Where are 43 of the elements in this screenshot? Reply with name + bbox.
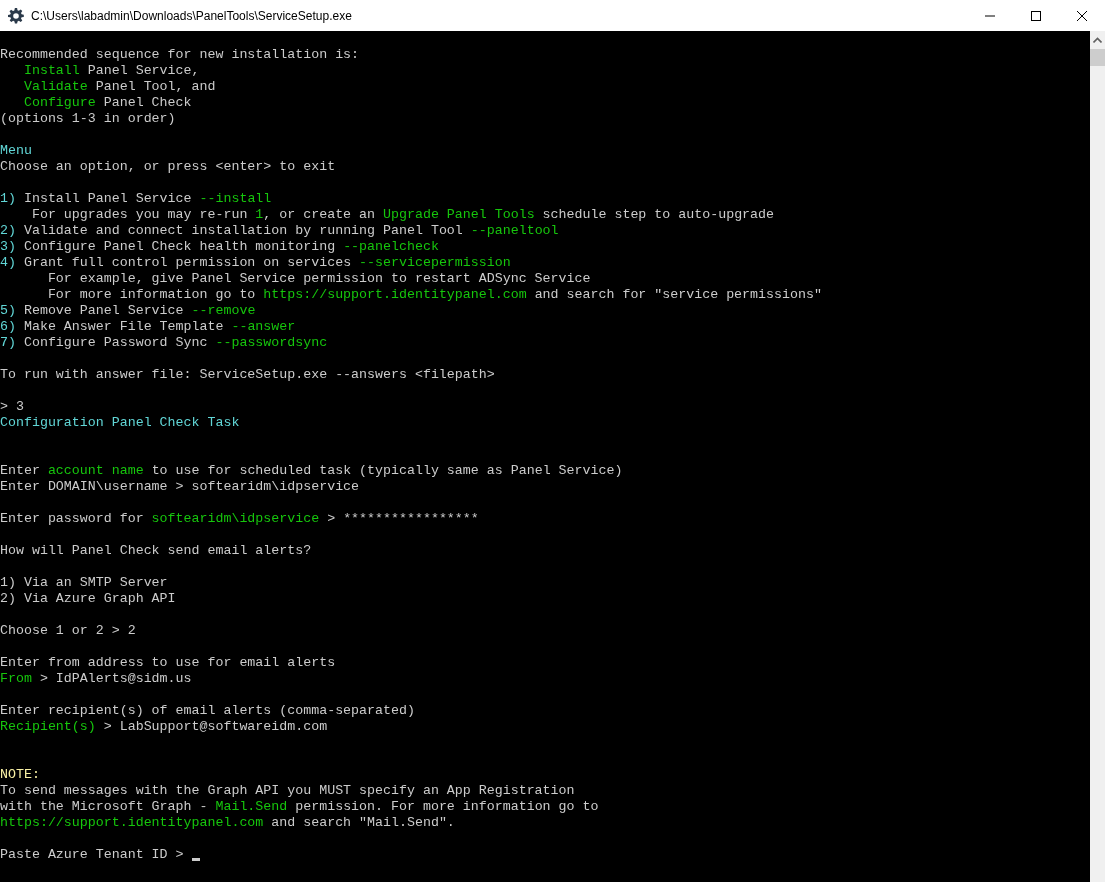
console-line: 2) Via Azure Graph API [0,591,176,607]
console-line: Menu [0,143,32,159]
close-icon [1077,10,1087,21]
console-line: with the Microsoft Graph - Mail.Send permission. For more information go to [0,799,599,815]
console-line: Enter password for softearidm\idpservice > ***************** [0,511,479,527]
console-line: To send messages with the Graph API you MUST specify an App Registration [0,783,575,799]
console-line: Choose 1 or 2 > 2 [0,623,136,639]
console-line: How will Panel Check send email alerts? [0,543,312,559]
console-line: 5) Remove Panel Service --remove [0,303,256,319]
console-line: 6) Make Answer File Template --answer [0,319,296,335]
console-line: 1) Via an SMTP Server [0,575,168,591]
scroll-thumb[interactable] [1090,49,1105,66]
console-line: Paste Azure Tenant ID > [0,847,185,863]
console-line: Recipient(s) > LabSupport@softwareidm.com [0,719,328,735]
console-line: From > IdPAlerts@sidm.us [0,671,192,687]
console-line: 7) Configure Password Sync --passwordsync [0,335,328,351]
scroll-up-icon[interactable] [1093,37,1102,43]
gear-icon [8,7,24,24]
console-line: Enter account name to use for scheduled task (typically same as Panel Service) [0,463,623,479]
console-line: Enter DOMAIN\username > softearidm\idpservice [0,479,360,495]
console-line: For example, give Panel Service permission to restart ADSync Service [46,271,591,287]
console-line: Configuration Panel Check Task [0,415,240,431]
scrollbar[interactable] [1090,31,1105,882]
console-line: Validate Panel Tool, and [22,79,216,95]
console-line: Install Panel Service, [22,63,200,79]
console-line: (options 1-3 in order) [0,111,176,127]
console-line: https://support.identitypanel.com and search "Mail.Send". [0,815,455,831]
window-title: C:\Users\labadmin\Downloads\PanelTools\ServiceSetup.exe [31,8,352,23]
console-line: To run with answer file: ServiceSetup.exe --answers <filepath> [0,367,495,383]
console-line: Enter from address to use for email alerts [0,655,336,671]
console-line: Configure Panel Check [22,95,192,111]
console-line: 4) Grant full control permission on services --servicepermission [0,255,511,271]
console-line: 3) Configure Panel Check health monitoring --panelcheck [0,239,439,255]
console-line: Enter recipient(s) of email alerts (comma-separated) [0,703,415,719]
console-line: > 3 [0,399,24,415]
console-line: Recommended sequence for new installation is: [0,47,360,63]
maximize-icon [1031,10,1041,21]
console-line: 2) Validate and connect installation by running Panel Tool --paneltool [0,223,559,239]
console-line: NOTE: [0,767,40,783]
console-line: For upgrades you may re-run 1, or create an Upgrade Panel Tools schedule step to auto-upgrade [30,207,775,223]
console-line: Choose an option, or press <enter> to exit [0,159,336,175]
console-line: For more information go to https://support.identitypanel.com and search for "service permissions" [46,287,822,303]
console-line: 1) Install Panel Service --install [0,191,272,207]
